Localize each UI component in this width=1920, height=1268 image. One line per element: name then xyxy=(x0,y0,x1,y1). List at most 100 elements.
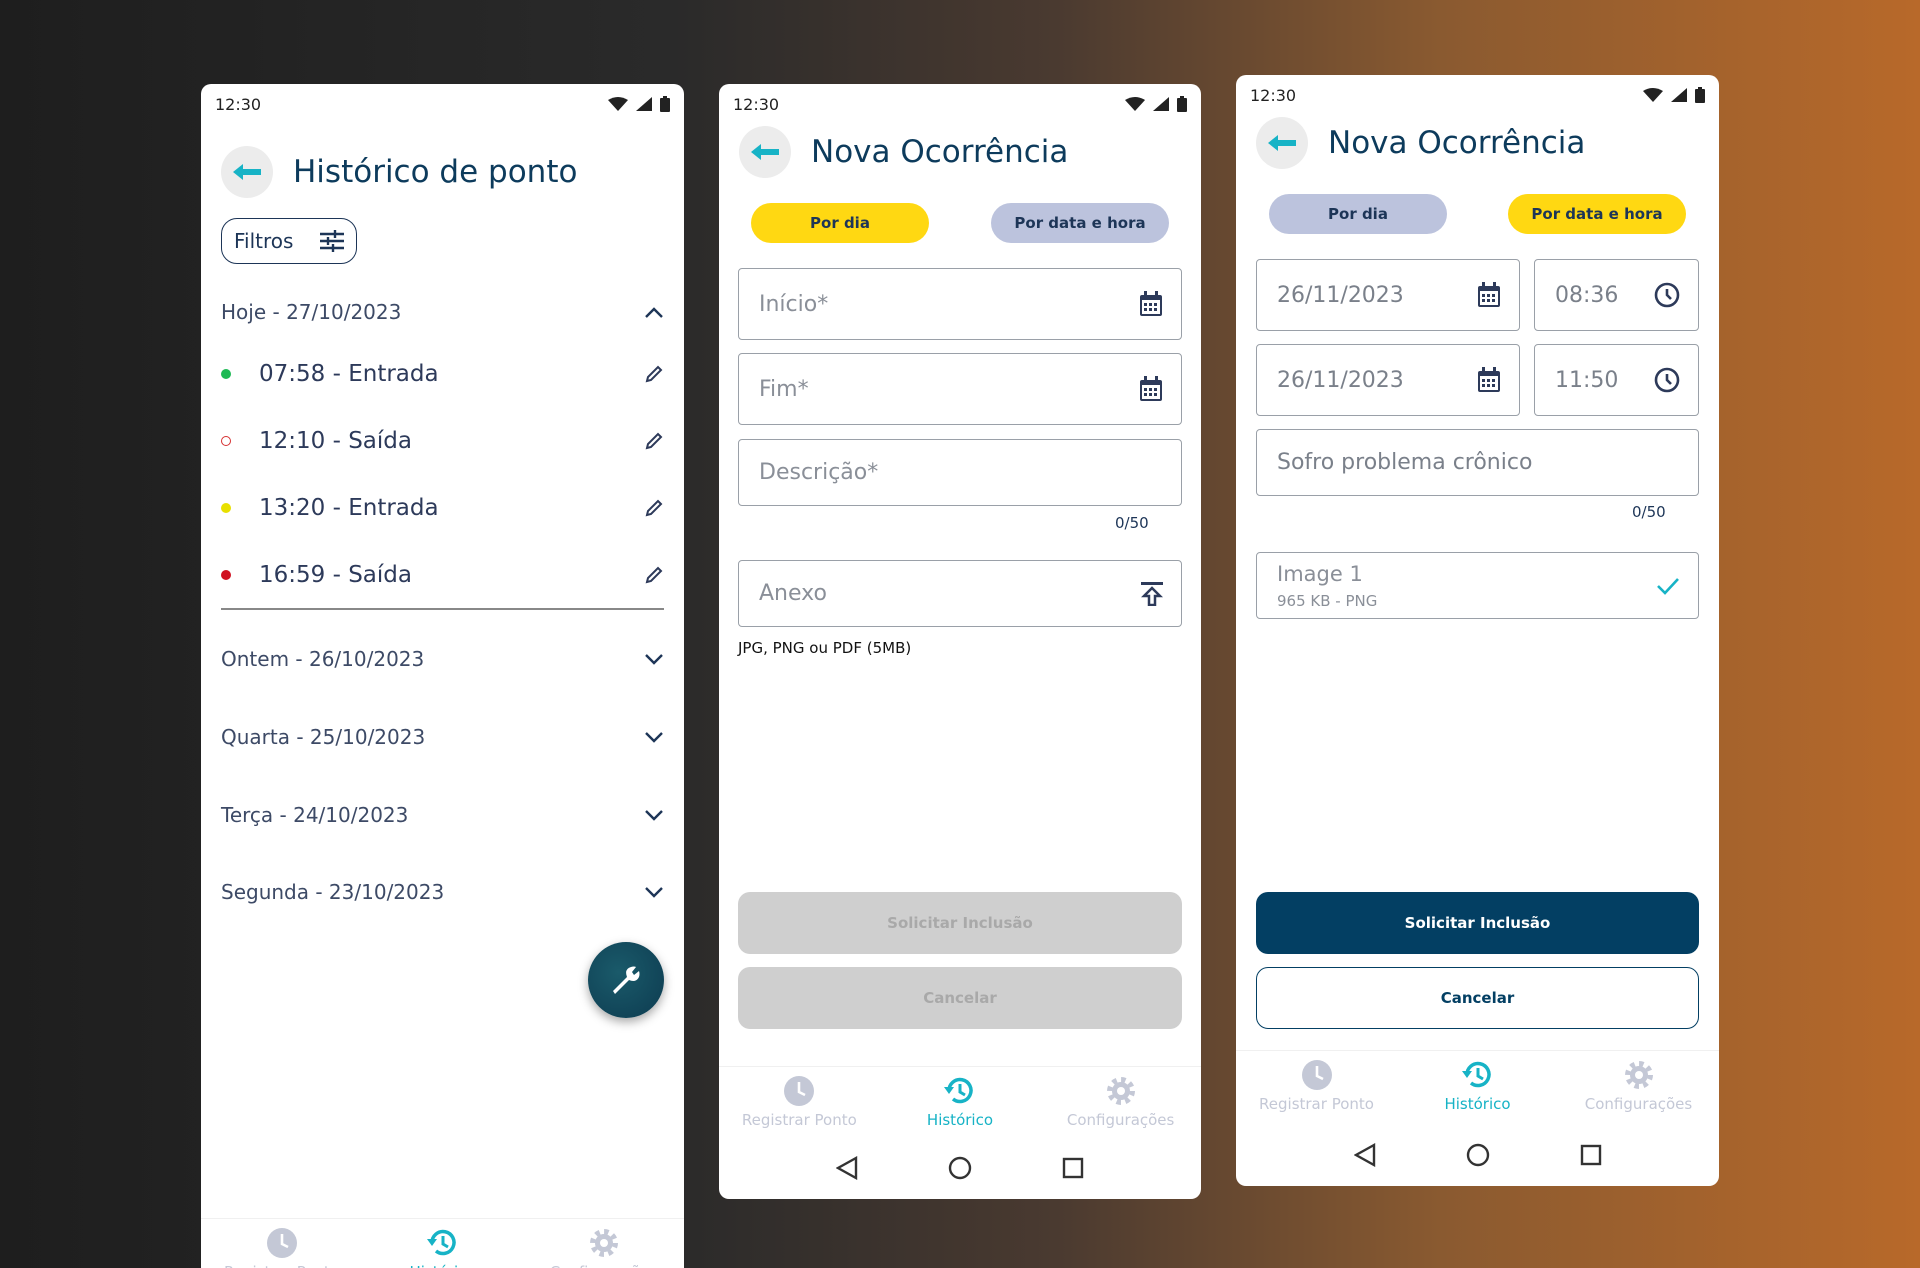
punch-entry: 12:10 - Saída xyxy=(221,421,664,461)
char-counter: 0/50 xyxy=(1115,514,1149,532)
calendar-icon[interactable] xyxy=(1477,367,1501,393)
start-date-input[interactable]: Início* xyxy=(738,268,1182,340)
upload-icon[interactable] xyxy=(1141,581,1163,606)
submit-button[interactable]: Solicitar Inclusão xyxy=(738,892,1182,954)
arrow-left-icon xyxy=(233,164,261,180)
nav-register[interactable]: Registrar Ponto xyxy=(202,1219,361,1268)
back-button[interactable] xyxy=(221,146,273,198)
pencil-icon[interactable] xyxy=(644,565,664,585)
toggle-by-datetime[interactable]: Por data e hora xyxy=(991,203,1169,243)
status-dot xyxy=(221,369,231,379)
filters-button[interactable]: Filtros xyxy=(221,218,357,264)
day-label: Terça - 24/10/2023 xyxy=(221,803,409,827)
day-label: Ontem - 26/10/2023 xyxy=(221,647,425,671)
back-button[interactable] xyxy=(1256,117,1308,169)
input-value: 11:50 xyxy=(1555,367,1619,393)
input-value: Sofro problema crônico xyxy=(1277,450,1533,475)
char-counter: 0/50 xyxy=(1632,503,1666,521)
clock-outline-icon[interactable] xyxy=(1654,367,1680,393)
recents-square-icon[interactable] xyxy=(1580,1144,1602,1166)
nav-history[interactable]: Histórico xyxy=(1398,1051,1557,1113)
button-label: Solicitar Inclusão xyxy=(1404,914,1551,932)
end-date-input[interactable]: 26/11/2023 xyxy=(1256,344,1520,416)
phone-history: 12:30 Histórico de ponto Filtros Hoje - … xyxy=(201,84,684,1268)
input-placeholder: Início* xyxy=(759,291,829,317)
home-circle-icon[interactable] xyxy=(1466,1143,1490,1167)
description-input[interactable]: Descrição* xyxy=(738,439,1182,506)
nav-register[interactable]: Registrar Ponto xyxy=(1237,1051,1396,1113)
calendar-icon[interactable] xyxy=(1477,282,1501,308)
nav-register[interactable]: Registrar Ponto xyxy=(720,1067,879,1129)
nav-settings[interactable]: Configurações xyxy=(1559,1051,1718,1113)
day-header[interactable]: Quarta - 25/10/2023 xyxy=(221,717,664,757)
battery-icon xyxy=(660,96,670,112)
home-circle-icon[interactable] xyxy=(948,1156,972,1180)
input-value: 26/11/2023 xyxy=(1277,367,1404,393)
arrow-left-icon xyxy=(1268,135,1296,151)
clock-outline-icon[interactable] xyxy=(1654,282,1680,308)
status-bar: 12:30 xyxy=(719,84,1201,124)
wrench-icon xyxy=(613,966,640,994)
nav-label: Configurações xyxy=(550,1263,657,1268)
nav-settings[interactable]: Configurações xyxy=(524,1219,683,1268)
nav-label: Histórico xyxy=(1444,1095,1511,1113)
phone-new-occurrence-day: 12:30 Nova Ocorrência Por dia Por data e… xyxy=(719,84,1201,1199)
toggle-by-day[interactable]: Por dia xyxy=(751,203,929,243)
pencil-icon[interactable] xyxy=(644,498,664,518)
submit-button[interactable]: Solicitar Inclusão xyxy=(1256,892,1699,954)
description-input[interactable]: Sofro problema crônico xyxy=(1256,429,1699,496)
nav-history[interactable]: Histórico xyxy=(363,1219,522,1268)
entry-text: 16:59 - Saída xyxy=(259,562,412,588)
status-icons xyxy=(608,96,670,112)
input-placeholder: Anexo xyxy=(759,581,827,606)
gear-icon xyxy=(1106,1077,1135,1105)
attachment-item[interactable]: Image 1 965 KB - PNG xyxy=(1256,552,1699,619)
end-date-input[interactable]: Fim* xyxy=(738,353,1182,425)
nav-label: Registrar Ponto xyxy=(1259,1095,1374,1113)
day-header-today[interactable]: Hoje - 27/10/2023 xyxy=(221,292,664,332)
input-value: 08:36 xyxy=(1555,282,1619,308)
nav-history[interactable]: Histórico xyxy=(880,1067,1039,1129)
page-title: Nova Ocorrência xyxy=(1328,125,1586,161)
tools-fab[interactable] xyxy=(588,942,664,1018)
back-triangle-icon[interactable] xyxy=(1353,1143,1376,1167)
system-nav xyxy=(1236,1130,1719,1180)
attachment-info: Image 1 965 KB - PNG xyxy=(1277,562,1377,610)
calendar-icon[interactable] xyxy=(1139,376,1163,402)
back-button[interactable] xyxy=(739,126,791,178)
attachment-input[interactable]: Anexo xyxy=(738,560,1182,627)
back-triangle-icon[interactable] xyxy=(836,1156,858,1180)
signal-icon xyxy=(1153,97,1169,111)
cancel-button[interactable]: Cancelar xyxy=(1256,967,1699,1029)
day-header[interactable]: Segunda - 23/10/2023 xyxy=(221,872,664,912)
cancel-button[interactable]: Cancelar xyxy=(738,967,1182,1029)
page-header: Histórico de ponto xyxy=(221,146,577,198)
punch-entry: 16:59 - Saída xyxy=(221,555,664,595)
gear-icon xyxy=(1624,1061,1653,1089)
nav-label: Configurações xyxy=(1066,1111,1175,1129)
calendar-icon[interactable] xyxy=(1139,291,1163,317)
end-time-input[interactable]: 11:50 xyxy=(1534,344,1699,416)
history-icon xyxy=(1461,1061,1491,1088)
toggle-by-datetime[interactable]: Por data e hora xyxy=(1508,194,1686,234)
chevron-up-icon xyxy=(645,307,663,318)
recents-square-icon[interactable] xyxy=(1062,1157,1084,1179)
day-header[interactable]: Terça - 24/10/2023 xyxy=(221,795,664,835)
input-placeholder: Fim* xyxy=(759,376,809,402)
status-bar: 12:30 xyxy=(201,84,684,124)
clock-icon xyxy=(266,1228,297,1258)
toggle-by-day[interactable]: Por dia xyxy=(1269,194,1447,234)
start-time-input[interactable]: 08:36 xyxy=(1534,259,1699,331)
battery-icon xyxy=(1177,96,1187,112)
chevron-down-icon xyxy=(645,732,663,743)
filters-label: Filtros xyxy=(234,229,294,253)
pencil-icon[interactable] xyxy=(644,431,664,451)
pencil-icon[interactable] xyxy=(644,364,664,384)
start-date-input[interactable]: 26/11/2023 xyxy=(1256,259,1520,331)
entry-text: 13:20 - Entrada xyxy=(259,495,439,521)
toggle-label: Por data e hora xyxy=(1014,214,1146,232)
nav-settings[interactable]: Configurações xyxy=(1041,1067,1200,1129)
day-header[interactable]: Ontem - 26/10/2023 xyxy=(221,639,664,679)
punch-entry: 13:20 - Entrada xyxy=(221,488,664,528)
button-label: Cancelar xyxy=(923,989,997,1007)
